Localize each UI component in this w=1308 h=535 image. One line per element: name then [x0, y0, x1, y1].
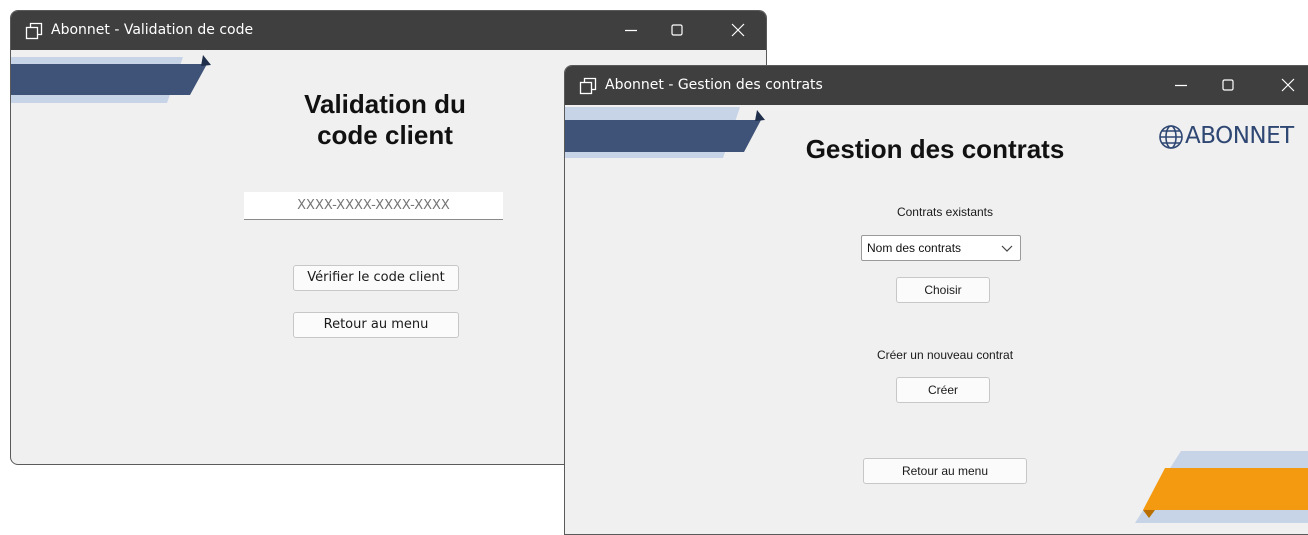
decorative-ribbon-orange — [1135, 451, 1308, 523]
maximize-button[interactable] — [654, 11, 700, 50]
contract-select[interactable]: Nom des contrats — [861, 235, 1021, 261]
back-to-menu-button[interactable]: Retour au menu — [293, 312, 459, 338]
maximize-button[interactable] — [1205, 66, 1251, 105]
close-icon — [1281, 78, 1295, 92]
decorative-ribbon — [11, 55, 211, 103]
minimize-icon — [625, 29, 637, 32]
globe-icon — [1159, 125, 1183, 149]
back-to-menu-button[interactable]: Retour au menu — [863, 458, 1027, 484]
maximize-icon — [671, 24, 683, 36]
existing-contracts-label: Contrats existants — [896, 205, 994, 219]
minimize-button[interactable] — [608, 11, 654, 50]
close-button[interactable] — [1265, 66, 1308, 105]
create-button[interactable]: Créer — [896, 377, 990, 403]
close-button[interactable] — [715, 11, 761, 50]
new-contract-label: Créer un nouveau contrat — [876, 348, 1014, 362]
decorative-ribbon — [565, 107, 765, 158]
choose-button[interactable]: Choisir — [896, 277, 990, 303]
chevron-down-icon — [1001, 245, 1013, 252]
page-title: Gestion des contrats — [805, 134, 1065, 164]
logo-text: ABONNET — [1185, 123, 1294, 149]
minimize-button[interactable] — [1158, 66, 1204, 105]
close-icon — [731, 23, 745, 37]
page-title-line-1: Validation du — [304, 89, 466, 119]
page-title-line-2: code client — [317, 120, 453, 151]
page-title: Validation du code client — [261, 89, 509, 151]
verify-code-button[interactable]: Vérifier le code client — [293, 265, 459, 291]
client-code-input[interactable] — [244, 192, 503, 220]
contracts-window: Abonnet - Gestion des contrats Gestion d… — [564, 65, 1308, 535]
contract-select-value: Nom des contrats — [867, 241, 962, 255]
maximize-icon — [1222, 79, 1234, 91]
minimize-icon — [1175, 84, 1187, 87]
